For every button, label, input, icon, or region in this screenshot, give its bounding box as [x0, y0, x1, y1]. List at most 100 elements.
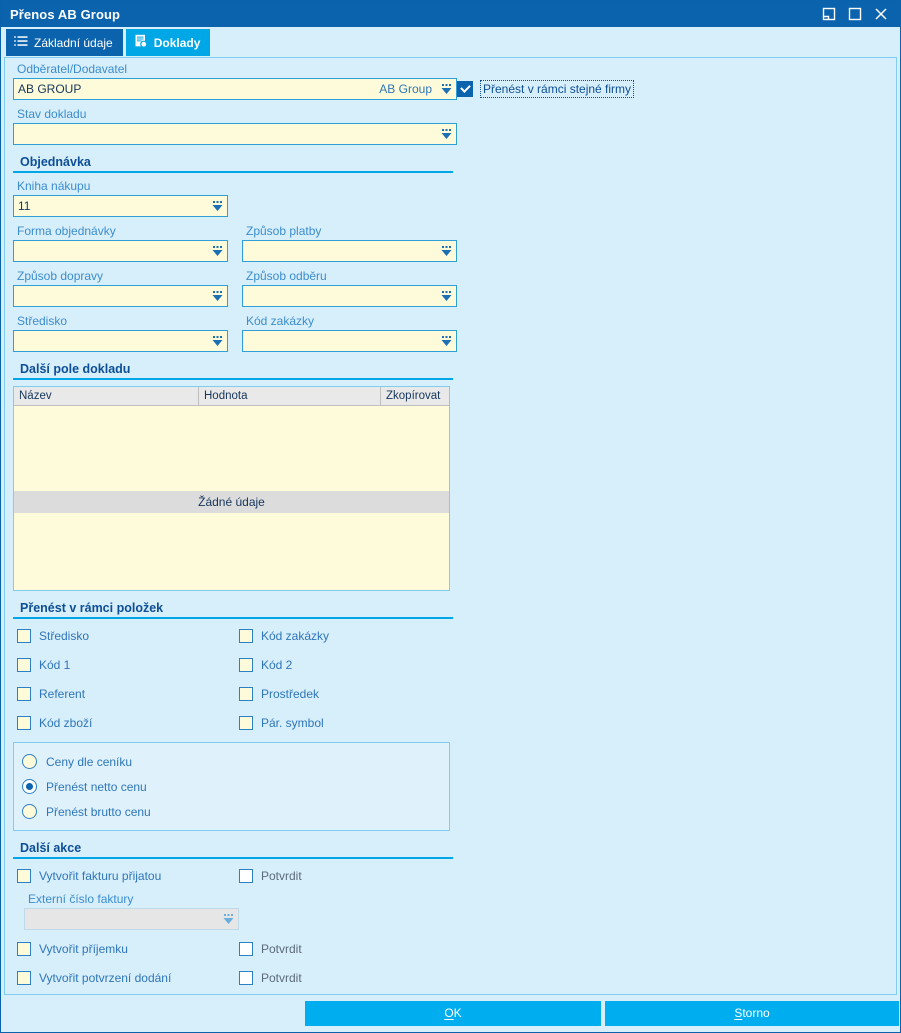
checkbox-box[interactable] — [239, 687, 253, 701]
radio-box[interactable] — [22, 754, 37, 769]
radio-label: Přenést brutto cenu — [46, 804, 151, 819]
checkbox-row: Referent Prostředek — [17, 683, 457, 705]
price-mode-radio-group: Ceny dle ceníku Přenést netto cenu Přené… — [13, 742, 450, 831]
checkbox-box[interactable] — [239, 716, 253, 730]
cancel-button[interactable]: Storno — [605, 1000, 899, 1026]
order-row-form-payment: Forma objednávky Způsob platby — [13, 224, 457, 262]
column-header-zkopirovat[interactable]: Zkopírovat — [381, 387, 449, 405]
restore-down-icon[interactable] — [816, 1, 842, 27]
chevron-down-icon[interactable] — [218, 909, 238, 929]
same-company-label: Přenést v rámci stejné firmy — [479, 80, 635, 98]
checkbox-potvrdit-dodani[interactable]: Potvrdit — [239, 967, 454, 989]
checkbox-box[interactable] — [17, 942, 31, 956]
checkbox-box[interactable] — [17, 658, 31, 672]
same-company-checkbox[interactable] — [457, 81, 473, 97]
section-rule — [13, 617, 453, 619]
chevron-down-icon[interactable] — [436, 79, 456, 99]
checkbox-box[interactable] — [239, 629, 253, 643]
section-heading: Další pole dokladu — [20, 362, 131, 376]
section-heading: Přenést v rámci položek — [20, 601, 164, 615]
checkbox-vytvorit-prijemku[interactable]: Vytvořit příjemku — [17, 938, 239, 960]
table-header-row: Název Hodnota Zkopírovat — [14, 387, 449, 406]
chevron-down-icon[interactable] — [436, 124, 456, 144]
radio-prenest-netto-cenu[interactable]: Přenést netto cenu — [22, 774, 449, 799]
checkbox-label: Potvrdit — [261, 942, 302, 956]
checkbox-label: Potvrdit — [261, 869, 302, 883]
purchase-book-value: 11 — [18, 199, 31, 213]
same-company-checkbox-row[interactable]: Přenést v rámci stejné firmy — [457, 80, 635, 98]
tab-doklady[interactable]: Doklady — [125, 29, 211, 56]
chevron-down-icon[interactable] — [207, 286, 227, 306]
radio-box[interactable] — [22, 779, 37, 794]
maximize-icon[interactable] — [842, 1, 868, 27]
checkbox-box[interactable] — [239, 658, 253, 672]
form-column: Odběratel/Dodavatel AB GROUP AB Group St… — [13, 62, 457, 989]
radio-label: Přenést netto cenu — [46, 779, 147, 794]
window-controls — [816, 1, 900, 27]
tab-zakladni-udaje[interactable]: Základní údaje — [6, 29, 123, 56]
checkbox-kod-1[interactable]: Kód 1 — [17, 654, 239, 676]
ok-accel: O — [444, 1006, 454, 1020]
checkbox-box[interactable] — [17, 629, 31, 643]
checkbox-kod-zbozi[interactable]: Kód zboží — [17, 712, 239, 734]
checkbox-stredisko[interactable]: Středisko — [17, 625, 239, 647]
checkbox-potvrdit-faktura[interactable]: Potvrdit — [239, 865, 454, 887]
close-icon[interactable] — [868, 1, 894, 27]
checkbox-referent[interactable]: Referent — [17, 683, 239, 705]
doc-state-field[interactable] — [13, 123, 457, 145]
checkbox-kod-zakazky[interactable]: Kód zakázky — [239, 625, 454, 647]
checkbox-label: Potvrdit — [261, 971, 302, 985]
window-title: Přenos AB Group — [10, 6, 121, 22]
center-field[interactable] — [13, 330, 228, 352]
checkbox-potvrdit-prijemka[interactable]: Potvrdit — [239, 938, 454, 960]
chevron-down-icon[interactable] — [207, 196, 227, 216]
chevron-down-icon[interactable] — [207, 331, 227, 351]
order-code-label: Kód zakázky — [246, 314, 315, 328]
transport-method-field[interactable] — [13, 285, 228, 307]
order-row-transport-pickup: Způsob dopravy Způsob odběru — [13, 269, 457, 307]
checkbox-kod-2[interactable]: Kód 2 — [239, 654, 454, 676]
payment-method-field[interactable] — [242, 240, 457, 262]
pickup-method-field[interactable] — [242, 285, 457, 307]
order-form-label: Forma objednávky — [17, 224, 116, 238]
column-header-hodnota[interactable]: Hodnota — [199, 387, 381, 405]
section-dalsi-akce: Další akce — [13, 841, 453, 859]
checkbox-row: Vytvořit příjemku Potvrdit — [17, 938, 457, 960]
radio-ceny-dle-ceniku[interactable]: Ceny dle ceníku — [22, 749, 449, 774]
partner-field[interactable]: AB GROUP AB Group — [13, 78, 457, 100]
partner-label: Odběratel/Dodavatel — [17, 62, 128, 76]
checkbox-par-symbol[interactable]: Pár. symbol — [239, 712, 454, 734]
partner-hint: AB Group — [379, 82, 432, 96]
tab-strip: Základní údaje Doklady — [1, 27, 900, 56]
extra-fields-table[interactable]: Název Hodnota Zkopírovat Žádné údaje — [13, 386, 450, 591]
radio-box[interactable] — [22, 804, 37, 819]
table-empty-message: Žádné údaje — [14, 491, 449, 513]
checkbox-box[interactable] — [239, 869, 253, 883]
order-form-field[interactable] — [13, 240, 228, 262]
checkbox-vytvorit-fakturu-prijatou[interactable]: Vytvořit fakturu přijatou — [17, 865, 239, 887]
chevron-down-icon[interactable] — [436, 241, 456, 261]
radio-prenest-brutto-cenu[interactable]: Přenést brutto cenu — [22, 799, 449, 824]
checkbox-box[interactable] — [17, 716, 31, 730]
checkbox-box[interactable] — [17, 687, 31, 701]
chevron-down-icon[interactable] — [436, 331, 456, 351]
checkbox-vytvorit-potvrzeni-dodani[interactable]: Vytvořit potvrzení dodání — [17, 967, 239, 989]
ext-invoice-number-field[interactable] — [24, 908, 239, 930]
pickup-method-label: Způsob odběru — [246, 269, 327, 283]
checkbox-prostredek[interactable]: Prostředek — [239, 683, 454, 705]
order-code-field[interactable] — [242, 330, 457, 352]
checkbox-box[interactable] — [239, 942, 253, 956]
section-heading: Objednávka — [20, 155, 91, 169]
ok-button[interactable]: OK — [305, 1000, 601, 1026]
purchase-book-field[interactable]: 11 — [13, 195, 228, 217]
checkbox-row: Kód zboží Pár. symbol — [17, 712, 457, 734]
section-rule — [13, 171, 453, 173]
radio-label: Ceny dle ceníku — [46, 754, 133, 769]
checkbox-box[interactable] — [17, 869, 31, 883]
checkbox-box[interactable] — [17, 971, 31, 985]
ext-invoice-number-label: Externí číslo faktury — [28, 892, 134, 906]
column-header-nazev[interactable]: Název — [14, 387, 199, 405]
checkbox-box[interactable] — [239, 971, 253, 985]
chevron-down-icon[interactable] — [436, 286, 456, 306]
chevron-down-icon[interactable] — [207, 241, 227, 261]
